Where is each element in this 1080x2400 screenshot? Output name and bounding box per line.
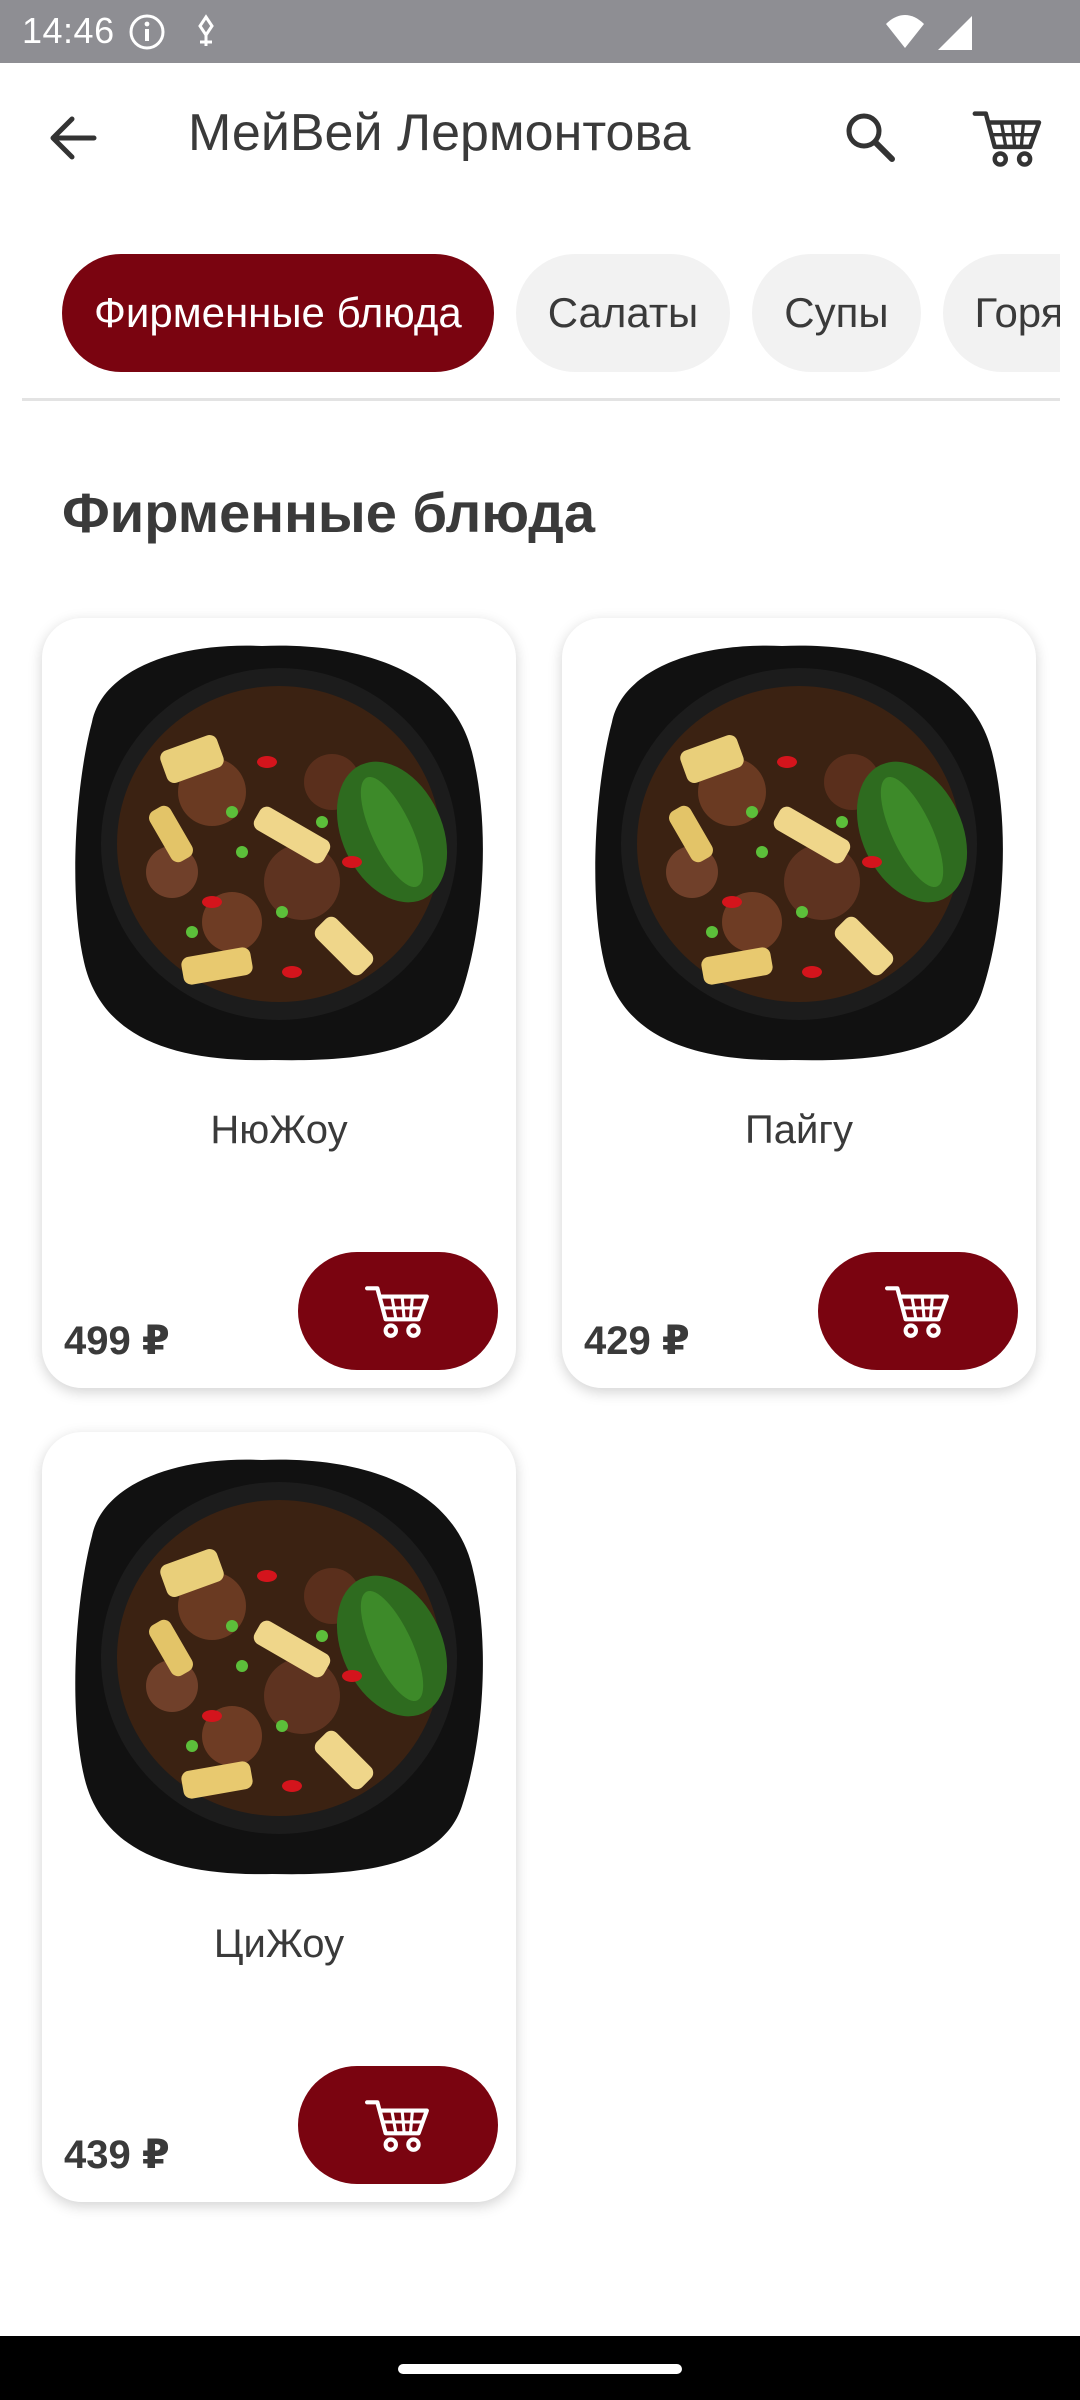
add-to-cart-button[interactable] (298, 1252, 498, 1370)
category-tabs: Фирменные блюда Салаты Супы Горячие блюд… (22, 254, 1060, 376)
product-card[interactable]: НюЖоу 499 ₽ (42, 618, 516, 1388)
product-price: 439 ₽ (64, 2133, 170, 2177)
product-card[interactable]: ЦиЖоу 439 ₽ (42, 1432, 516, 2202)
search-icon (846, 113, 895, 162)
signal-icon (938, 16, 972, 50)
product-price: 499 ₽ (64, 1319, 170, 1363)
product-image (582, 632, 1016, 1066)
product-name: НюЖоу (210, 1108, 348, 1152)
arrow-back-icon (50, 116, 97, 160)
app-bar: МейВей Лермонтова (0, 63, 1080, 213)
product-card[interactable]: Пайгу 429 ₽ (562, 618, 1036, 1388)
search-button[interactable] (834, 101, 906, 173)
product-image (62, 1446, 496, 1880)
cart-icon (972, 107, 1044, 169)
tab-label: Супы (784, 289, 889, 336)
tab-signature-dishes[interactable]: Фирменные блюда (62, 254, 494, 372)
section-title: Фирменные блюда (62, 481, 595, 544)
page-title: МейВей Лермонтова (188, 104, 691, 162)
tab-label: Горячие блюда (974, 289, 1060, 336)
product-name: Пайгу (745, 1108, 853, 1152)
wifi-icon (886, 15, 924, 48)
tab-salads[interactable]: Салаты (515, 254, 731, 372)
status-time: 14:46 (22, 10, 115, 51)
status-bar: 14:46 (0, 0, 1080, 63)
cart-icon (365, 1282, 431, 1340)
cart-button[interactable] (968, 99, 1048, 177)
product-price: 429 ₽ (584, 1319, 690, 1363)
info-icon (129, 14, 165, 50)
home-indicator[interactable] (398, 2364, 682, 2374)
tab-label: Фирменные блюда (94, 289, 462, 336)
add-to-cart-button[interactable] (298, 2066, 498, 2184)
cart-icon (885, 1282, 951, 1340)
tabs-divider (22, 398, 1060, 401)
product-name: ЦиЖоу (213, 1922, 345, 1966)
tab-hot-dishes[interactable]: Горячие блюда (942, 254, 1060, 372)
product-image (62, 632, 496, 1066)
back-button[interactable] (40, 105, 106, 171)
tab-soups[interactable]: Супы (752, 254, 921, 372)
tab-label: Салаты (547, 289, 699, 336)
usb-debug-icon (198, 14, 214, 46)
add-to-cart-button[interactable] (818, 1252, 1018, 1370)
cart-icon (365, 2096, 431, 2154)
